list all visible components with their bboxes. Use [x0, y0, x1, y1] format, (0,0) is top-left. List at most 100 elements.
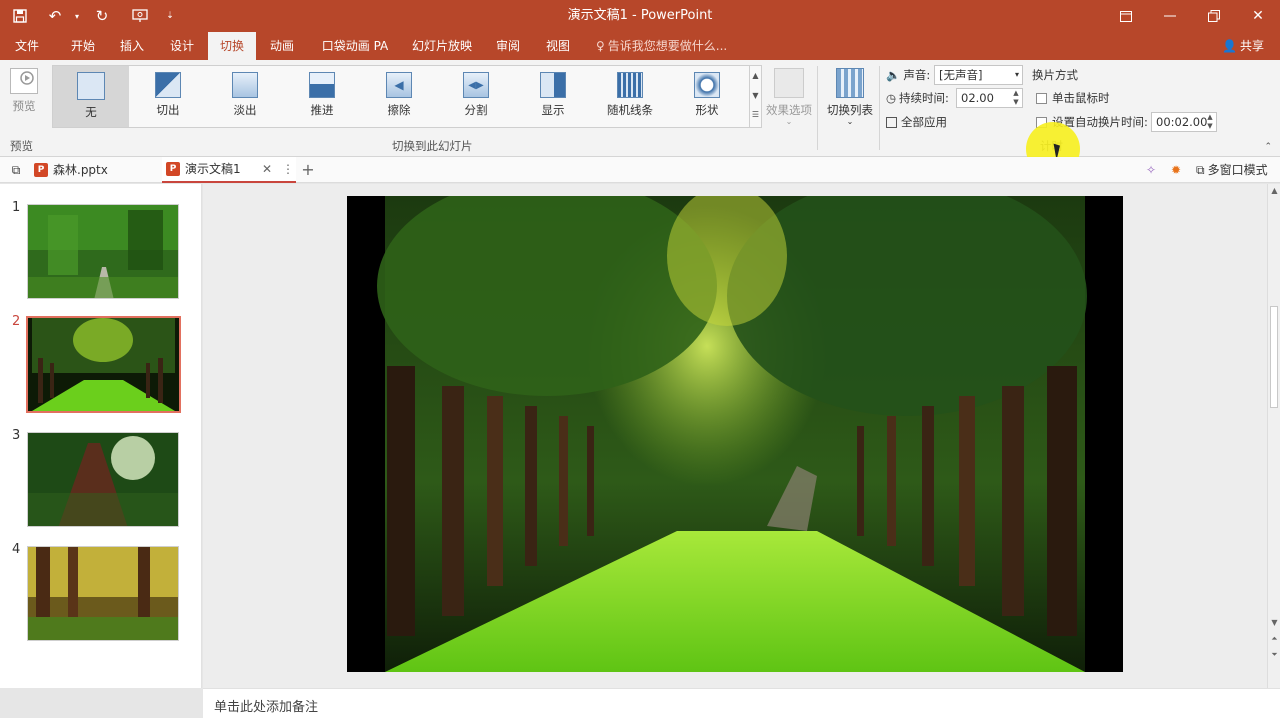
preview-button[interactable]: 预览	[4, 64, 44, 124]
slide-thumbnail-2[interactable]	[26, 316, 181, 413]
transition-label: 随机线条	[607, 103, 653, 117]
push-icon	[309, 72, 335, 98]
gallery-down-icon[interactable]: ▼	[750, 86, 761, 106]
transition-reveal[interactable]: 显示	[515, 66, 591, 127]
slide-thumbnail-1[interactable]	[27, 204, 179, 299]
redo-icon[interactable]: ↻	[84, 0, 120, 32]
undo-icon[interactable]: ↶	[40, 0, 70, 32]
transition-cut[interactable]: 切出	[130, 66, 206, 127]
current-slide[interactable]	[347, 196, 1123, 672]
doc-tab-label: 森林.pptx	[53, 163, 108, 177]
transition-list-button[interactable]: 切换列表 ⌄	[824, 64, 876, 130]
close-icon[interactable]: ✕	[1236, 0, 1280, 32]
share-button[interactable]: 👤 共享	[1222, 32, 1264, 60]
restore-icon[interactable]	[1192, 0, 1236, 32]
gallery-more-icon[interactable]: ☰	[750, 106, 761, 124]
tab-home[interactable]: 开始	[58, 32, 108, 60]
tab-insert[interactable]: 插入	[108, 32, 156, 60]
undo-dropdown-icon[interactable]: ▾	[70, 0, 84, 32]
settings-icon[interactable]: ✹	[1166, 157, 1186, 183]
previous-slide-icon[interactable]: ⏶	[1268, 634, 1280, 644]
tree-avenue-slide-image	[347, 196, 1123, 672]
slide-thumbnail-4[interactable]	[27, 546, 179, 641]
tab-transitions[interactable]: 切换	[208, 32, 256, 60]
notes-pane[interactable]: 单击此处添加备注	[203, 688, 1280, 718]
new-tab-icon[interactable]: +	[298, 157, 318, 183]
minimize-icon[interactable]	[1148, 0, 1192, 32]
powerpoint-file-icon: P	[34, 163, 48, 177]
transition-none[interactable]: 无	[53, 66, 129, 127]
more-options-icon[interactable]: ⋮	[282, 156, 294, 182]
chevron-down-icon: ⌄	[846, 117, 854, 126]
sound-row: 🔈 声音:	[886, 66, 930, 84]
tab-pocket-animation[interactable]: 口袋动画 PA	[315, 32, 395, 60]
divider	[879, 66, 880, 150]
ribbon: 预览 预览 无 切出 淡出 推进 ◀ 擦除 ◀▶ 分割 显示 随机线条 形状 ▲…	[0, 60, 1280, 157]
checkbox-icon[interactable]	[1036, 92, 1047, 104]
advance-slide-label: 换片方式	[1032, 68, 1078, 82]
transition-split[interactable]: ◀▶ 分割	[438, 66, 514, 127]
clock-icon: ◷	[886, 91, 897, 105]
transition-label: 切出	[156, 103, 180, 117]
transition-push[interactable]: 推进	[284, 66, 360, 127]
tab-animations[interactable]: 动画	[258, 32, 306, 60]
tab-review[interactable]: 审阅	[486, 32, 530, 60]
apply-all-button[interactable]: 全部应用	[886, 113, 947, 131]
next-slide-icon[interactable]: ⏷	[1268, 650, 1280, 660]
transition-random-bars[interactable]: 随机线条	[592, 66, 668, 127]
sound-label: 声音:	[903, 68, 931, 82]
gallery-scrollbar[interactable]: ▲ ▼ ☰	[749, 66, 761, 127]
start-slideshow-icon[interactable]	[120, 0, 160, 32]
sound-dropdown[interactable]: [无声音] ▾	[934, 65, 1023, 85]
transition-group-label: 切换到此幻灯片	[392, 139, 473, 153]
transition-wipe[interactable]: ◀ 擦除	[361, 66, 437, 127]
split-icon: ◀▶	[463, 72, 489, 98]
tell-me-box[interactable]: ♀ 告诉我您想要做什么...	[596, 32, 727, 60]
save-icon[interactable]	[0, 0, 40, 32]
collapse-ribbon-icon[interactable]: ⌃	[1264, 142, 1272, 152]
doc-tab-forest[interactable]: P 森林.pptx	[30, 157, 160, 183]
auto-advance-value: 00:02.00	[1156, 115, 1208, 129]
slide-thumbnail-3[interactable]	[27, 432, 179, 527]
transition-fade[interactable]: 淡出	[207, 66, 283, 127]
ribbon-display-options-icon[interactable]	[1104, 0, 1148, 32]
auto-advance-spinner[interactable]: 00:02.00 ▲ ▼	[1151, 112, 1217, 132]
gallery-up-icon[interactable]: ▲	[750, 66, 761, 86]
tab-file[interactable]: 文件	[0, 32, 54, 60]
multi-window-label: 多窗口模式	[1207, 163, 1268, 177]
transition-label: 分割	[464, 103, 488, 117]
tab-list-icon[interactable]: ⧉	[6, 157, 26, 183]
window-title: 演示文稿1 - PowerPoint	[567, 8, 713, 23]
multi-window-button[interactable]: ⧉ 多窗口模式	[1196, 157, 1276, 183]
pin-icon[interactable]: ✧	[1140, 157, 1162, 183]
editor-vertical-scrollbar[interactable]: ▲ ▼ ⏶ ⏷	[1267, 184, 1280, 688]
transition-gallery: 无 切出 淡出 推进 ◀ 擦除 ◀▶ 分割 显示 随机线条 形状 ▲ ▼ ☰	[52, 65, 762, 128]
doc-tab-label: 演示文稿1	[185, 162, 241, 176]
on-click-checkbox[interactable]: 单击鼠标时	[1036, 89, 1110, 107]
tab-slideshow[interactable]: 幻灯片放映	[405, 32, 479, 60]
scrollbar-thumb[interactable]	[1270, 306, 1278, 408]
transition-label: 淡出	[233, 103, 257, 117]
shape-icon	[694, 72, 720, 98]
tree-avenue-image	[28, 318, 179, 411]
effect-options-icon	[774, 68, 804, 98]
close-tab-icon[interactable]: ✕	[262, 156, 272, 182]
quick-access-toolbar: ↶ ▾ ↻ ⇣	[0, 0, 180, 32]
tab-view[interactable]: 视图	[536, 32, 580, 60]
spinner-arrows-icon[interactable]: ▲ ▼	[1011, 89, 1021, 107]
wipe-icon: ◀	[386, 72, 412, 98]
scroll-up-icon[interactable]: ▲	[1268, 186, 1280, 195]
doc-tab-presentation1[interactable]: P 演示文稿1 ✕ ⋮	[162, 157, 296, 183]
duration-spinner[interactable]: 02.00 ▲ ▼	[956, 88, 1023, 108]
redwood-image	[28, 433, 178, 526]
on-click-label: 单击鼠标时	[1052, 91, 1110, 105]
effect-options-button[interactable]: 效果选项 ⌄	[764, 64, 814, 128]
duration-value: 02.00	[961, 91, 994, 105]
transition-shape[interactable]: 形状	[669, 66, 745, 127]
tab-design[interactable]: 设计	[158, 32, 206, 60]
person-icon: 👤	[1222, 39, 1237, 53]
scroll-down-icon[interactable]: ▼	[1268, 618, 1280, 627]
customize-qat-icon[interactable]: ⇣	[160, 0, 180, 32]
slide-number: 2	[12, 314, 21, 329]
spinner-arrows-icon[interactable]: ▲ ▼	[1205, 113, 1215, 131]
